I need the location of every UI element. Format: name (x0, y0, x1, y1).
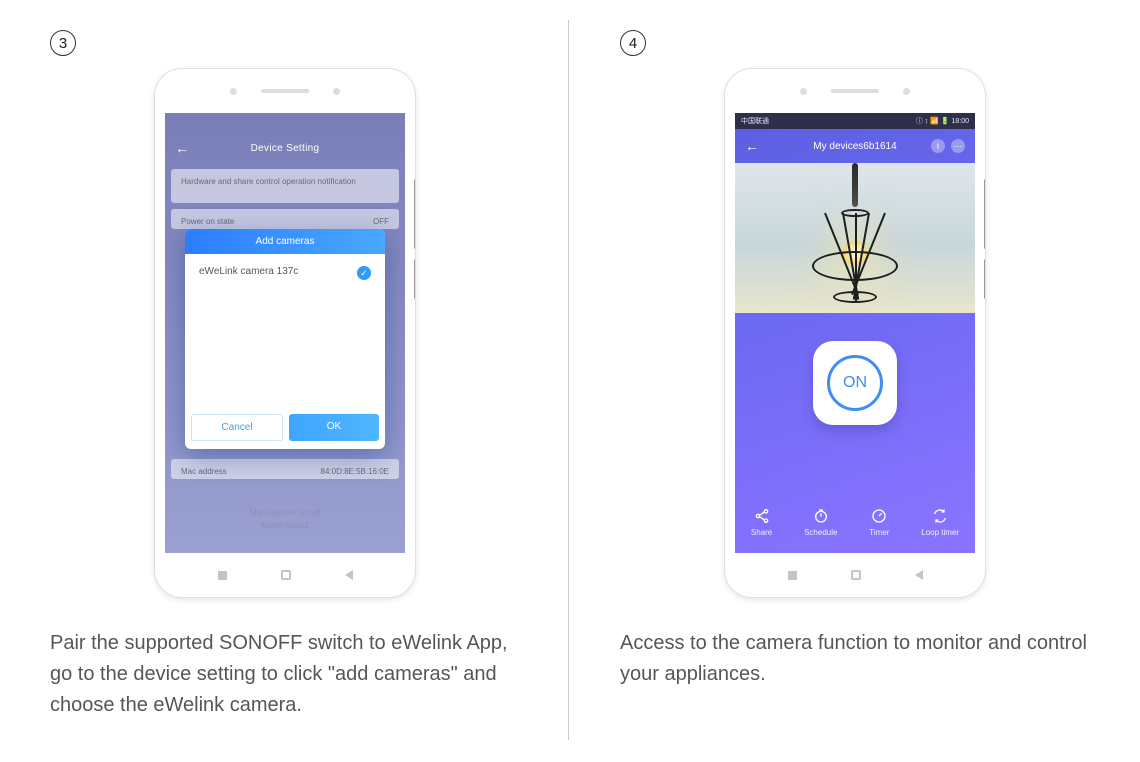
phone-speaker-icon (831, 89, 879, 93)
step-number-badge: 3 (50, 30, 76, 56)
phone-screen: ← Device Setting Hardware and share cont… (165, 113, 405, 553)
modal-title: Add cameras (185, 229, 385, 254)
share-icon (754, 508, 770, 524)
phone-mockup-4: 中国联通 ⓘ ↕ 📶 🔋 18:00 ← My devices6b1614 i … (724, 68, 986, 598)
phone-mockup-3: ← Device Setting Hardware and share cont… (154, 68, 416, 598)
step-4-caption: Access to the camera function to monitor… (620, 628, 1090, 690)
front-camera-icon (230, 88, 237, 95)
modal-body: eWeLink camera 137c ✓ (185, 254, 385, 414)
setting-label: Power on state (181, 217, 234, 221)
header-title: My devices6b1614 (813, 141, 896, 152)
setting-label: Mac address (181, 467, 227, 471)
step-3-caption: Pair the supported SONOFF switch to eWel… (50, 628, 520, 721)
cancel-button[interactable]: Cancel (191, 414, 283, 441)
modal-footer: Cancel OK (185, 414, 385, 449)
setting-row-power[interactable]: Power on state OFF (171, 209, 399, 229)
loop-icon (932, 508, 948, 524)
phone-top (725, 69, 985, 113)
timer-icon (871, 508, 887, 524)
phone-screen: 中国联通 ⓘ ↕ 📶 🔋 18:00 ← My devices6b1614 i … (735, 113, 975, 553)
android-nav-bar (155, 553, 415, 597)
back-arrow-icon[interactable]: ← (745, 138, 759, 154)
phone-top (155, 69, 415, 113)
vertical-divider (568, 20, 569, 740)
setting-value: OFF (373, 217, 389, 221)
step-3-panel: 3 ← Device Setting Hardware and share co… (0, 0, 570, 762)
phone-speaker-icon (261, 89, 309, 93)
power-state-label: ON (827, 355, 883, 411)
setting-value: 84:0D:8E:5B:16:0E (321, 467, 390, 471)
clock-icon (813, 508, 829, 524)
add-cameras-modal: Add cameras eWeLink camera 137c ✓ Cancel… (185, 229, 385, 449)
camera-view[interactable] (735, 163, 975, 313)
device-meta: Manufacturer:sonoff Model:Basic2 (165, 507, 405, 533)
action-label: Timer (869, 528, 889, 537)
check-icon[interactable]: ✓ (357, 266, 371, 280)
recent-apps-icon[interactable] (788, 571, 797, 580)
action-loop-timer[interactable]: Loop timer (921, 508, 959, 537)
ok-button[interactable]: OK (289, 414, 379, 441)
action-label: Share (751, 528, 772, 537)
header-title: Device Setting (165, 143, 405, 154)
setting-row-mac: Mac address 84:0D:8E:5B:16:0E (171, 459, 399, 479)
app-header: ← My devices6b1614 i ⋯ (735, 129, 975, 163)
action-label: Loop timer (921, 528, 959, 537)
bottom-action-bar: Share Schedule Timer (735, 508, 975, 537)
lamp-cord-icon (852, 163, 858, 207)
home-icon[interactable] (851, 570, 861, 580)
recent-apps-icon[interactable] (218, 571, 227, 580)
camera-list-item[interactable]: eWeLink camera 137c (199, 266, 298, 277)
action-share[interactable]: Share (751, 508, 772, 537)
meta-manufacturer: Manufacturer:sonoff (165, 507, 405, 520)
info-icon[interactable]: i (931, 139, 945, 153)
back-icon[interactable] (915, 570, 923, 580)
meta-model: Model:Basic2 (165, 520, 405, 533)
action-label: Schedule (804, 528, 837, 537)
header-actions: i ⋯ (931, 139, 965, 153)
step-number-badge: 4 (620, 30, 646, 56)
front-camera-icon (800, 88, 807, 95)
action-schedule[interactable]: Schedule (804, 508, 837, 537)
carrier-label: 中国联通 (741, 116, 769, 126)
sensor-dot-icon (333, 88, 340, 95)
step-4-panel: 4 中国联通 ⓘ ↕ 📶 🔋 18:00 ← My devices6b1614 … (570, 0, 1140, 762)
status-bar: 中国联通 ⓘ ↕ 📶 🔋 18:00 (735, 113, 975, 129)
sensor-dot-icon (903, 88, 910, 95)
action-timer[interactable]: Timer (869, 508, 889, 537)
back-icon[interactable] (345, 570, 353, 580)
more-icon[interactable]: ⋯ (951, 139, 965, 153)
lamp-cage-icon (812, 209, 898, 303)
setting-row-notification[interactable]: Hardware and share control operation not… (171, 169, 399, 203)
android-nav-bar (725, 553, 985, 597)
home-icon[interactable] (281, 570, 291, 580)
app-header: ← Device Setting (165, 131, 405, 165)
power-toggle-button[interactable]: ON (813, 341, 897, 425)
back-arrow-icon[interactable]: ← (175, 140, 189, 156)
status-icons: ⓘ ↕ 📶 🔋 18:00 (916, 116, 969, 126)
